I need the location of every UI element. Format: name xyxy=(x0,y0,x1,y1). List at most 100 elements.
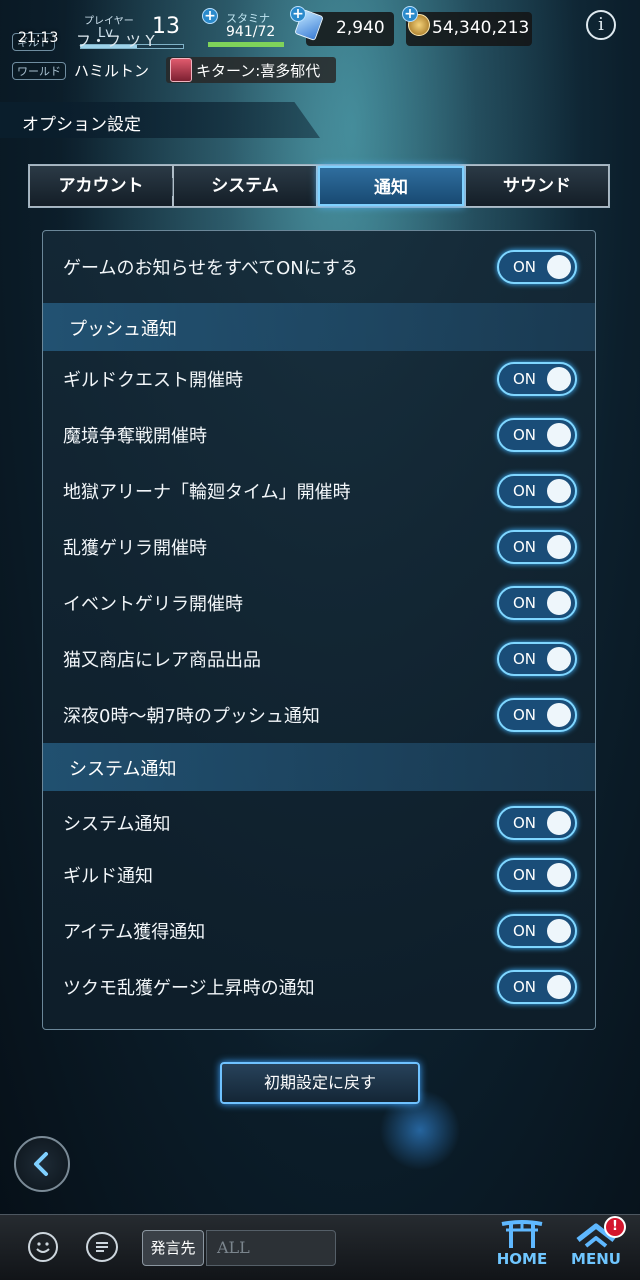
page-title: オプション設定 xyxy=(22,115,141,135)
stamina-bar-fill xyxy=(208,42,284,47)
chat-input[interactable]: ALL xyxy=(206,1230,336,1266)
emoji-icon[interactable] xyxy=(28,1232,58,1262)
setting-row: システム通知 ON xyxy=(43,795,595,851)
setting-label: ギルド通知 xyxy=(63,866,153,887)
setting-row-master: ゲームのお知らせをすべてONにする ON xyxy=(43,239,595,295)
section-label: システム通知 xyxy=(69,759,177,780)
setting-row: 魔境争奪戦開催時 ON xyxy=(43,407,595,463)
toggle-switch[interactable]: ON xyxy=(497,418,577,452)
toggle-switch[interactable]: ON xyxy=(497,362,577,396)
toggle-knob xyxy=(547,591,571,615)
toggle-knob xyxy=(547,919,571,943)
toggle-knob xyxy=(547,479,571,503)
stamina-plus-icon[interactable]: + xyxy=(202,8,218,24)
chat-bubble-icon[interactable] xyxy=(86,1232,118,1262)
toggle-state: ON xyxy=(513,258,537,276)
toggle-switch[interactable]: ON xyxy=(497,970,577,1004)
toggle-state: ON xyxy=(513,814,537,832)
home-label: HOME xyxy=(496,1250,548,1268)
toggle-switch[interactable]: ON xyxy=(497,698,577,732)
setting-label: 猫又商店にレア商品出品 xyxy=(63,650,261,671)
character-name: キターン:喜多郁代 xyxy=(196,62,321,80)
toggle-state: ON xyxy=(513,978,537,996)
setting-label: アイテム獲得通知 xyxy=(63,922,206,943)
info-icon[interactable]: i xyxy=(586,10,616,40)
toggle-switch[interactable]: ON xyxy=(497,858,577,892)
world-name: ハミルトン xyxy=(74,62,150,80)
setting-row: 乱獲ゲリラ開催時 ON xyxy=(43,519,595,575)
toggle-switch[interactable]: ON xyxy=(497,586,577,620)
toggle-state: ON xyxy=(513,706,537,724)
toggle-knob xyxy=(547,367,571,391)
setting-label: イベントゲリラ開催時 xyxy=(63,594,243,615)
toggle-state: ON xyxy=(513,594,537,612)
toggle-knob xyxy=(547,255,571,279)
stamina-box: + スタミナ 941/72 xyxy=(202,8,286,48)
toggle-switch[interactable]: ON xyxy=(497,530,577,564)
toggle-switch[interactable]: ON xyxy=(497,806,577,840)
toggle-knob xyxy=(547,535,571,559)
toggle-switch[interactable]: ON xyxy=(497,250,577,284)
section-header-push: プッシュ通知 xyxy=(43,303,595,351)
header: プレイヤー Lv 13 ギルド 21:13 フ・フ ツ Y ワールド ハミルトン… xyxy=(0,0,640,90)
home-button[interactable]: HOME xyxy=(494,1218,550,1276)
tab-sound-label: サウンド xyxy=(503,176,571,196)
toggle-knob xyxy=(547,811,571,835)
stamina-bar xyxy=(208,42,284,47)
chat-lines-icon xyxy=(96,1242,108,1252)
setting-label: ゲームのお知らせをすべてONにする xyxy=(63,258,358,279)
gem-plus-icon[interactable]: + xyxy=(290,6,306,22)
tab-notification[interactable]: 通知 xyxy=(318,166,464,206)
setting-label: 魔境争奪戦開催時 xyxy=(63,426,207,447)
toggle-switch[interactable]: ON xyxy=(497,914,577,948)
smile-face-icon xyxy=(36,1242,50,1253)
toggle-state: ON xyxy=(513,866,537,884)
notification-badge: ! xyxy=(604,1216,626,1238)
player-level: 13 xyxy=(152,14,180,39)
setting-row: アイテム獲得通知 ON xyxy=(43,903,595,959)
setting-row: ギルド通知 ON xyxy=(43,847,595,903)
section-header-system: システム通知 xyxy=(43,743,595,791)
setting-label: 地獄アリーナ「輪廻タイム」開催時 xyxy=(63,482,351,503)
clock-time: 21:13 xyxy=(18,30,59,46)
chat-target-label[interactable]: 発言先 xyxy=(142,1230,204,1266)
toggle-knob xyxy=(547,703,571,727)
setting-label: ツクモ乱獲ゲージ上昇時の通知 xyxy=(63,978,315,999)
setting-row: 地獄アリーナ「輪廻タイム」開催時 ON xyxy=(43,463,595,519)
toggle-switch[interactable]: ON xyxy=(497,474,577,508)
tab-system-label: システム xyxy=(211,176,279,196)
setting-row: イベントゲリラ開催時 ON xyxy=(43,575,595,631)
toggle-state: ON xyxy=(513,426,537,444)
toggle-switch[interactable]: ON xyxy=(497,642,577,676)
tab-bar: アカウント システム 通知 サウンド xyxy=(28,164,610,208)
coin-count: 54,340,213 xyxy=(432,18,530,38)
player-label: プレイヤー xyxy=(84,16,134,27)
toggle-knob xyxy=(547,423,571,447)
notification-settings-panel: ゲームのお知らせをすべてONにする ON プッシュ通知 ギルドクエスト開催時 O… xyxy=(42,230,596,1030)
reset-defaults-button[interactable]: 初期設定に戻す xyxy=(220,1062,420,1104)
world-tag: ワールド xyxy=(12,62,66,80)
setting-label: システム通知 xyxy=(63,814,171,835)
menu-label: MENU xyxy=(571,1250,621,1268)
tab-account[interactable]: アカウント xyxy=(30,166,173,206)
toggle-knob xyxy=(547,863,571,887)
toggle-state: ON xyxy=(513,538,537,556)
toggle-state: ON xyxy=(513,650,537,668)
tab-system[interactable]: システム xyxy=(174,166,316,206)
setting-row: 深夜0時～朝7時のプッシュ通知 ON xyxy=(43,687,595,743)
toggle-state: ON xyxy=(513,922,537,940)
coin-plus-icon[interactable]: + xyxy=(402,6,418,22)
torii-gate-icon xyxy=(501,1220,543,1248)
tab-divider xyxy=(172,178,173,196)
setting-row: 猫又商店にレア商品出品 ON xyxy=(43,631,595,687)
guild-name: フ・フ ツ Y xyxy=(76,32,155,50)
section-label: プッシュ通知 xyxy=(69,319,177,340)
tab-account-label: アカウント xyxy=(58,176,144,196)
character-avatar xyxy=(170,58,192,82)
stamina-value: 941/72 xyxy=(226,24,276,40)
setting-row: ツクモ乱獲ゲージ上昇時の通知 ON xyxy=(43,959,595,1015)
tab-sound[interactable]: サウンド xyxy=(466,166,608,206)
setting-label: ギルドクエスト開催時 xyxy=(63,370,243,391)
back-button[interactable] xyxy=(14,1136,70,1192)
toggle-state: ON xyxy=(513,370,537,388)
